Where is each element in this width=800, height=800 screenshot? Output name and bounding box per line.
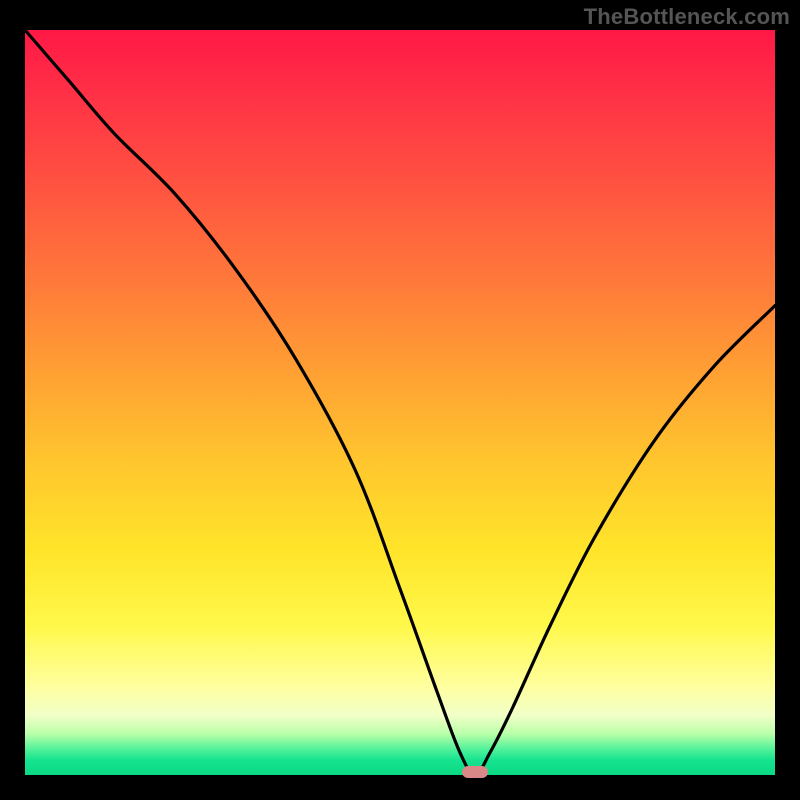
- chart-frame: TheBottleneck.com: [0, 0, 800, 800]
- optimal-marker: [462, 766, 488, 778]
- bottleneck-curve: [25, 30, 775, 775]
- attribution-text: TheBottleneck.com: [584, 4, 790, 30]
- plot-area: [25, 30, 775, 775]
